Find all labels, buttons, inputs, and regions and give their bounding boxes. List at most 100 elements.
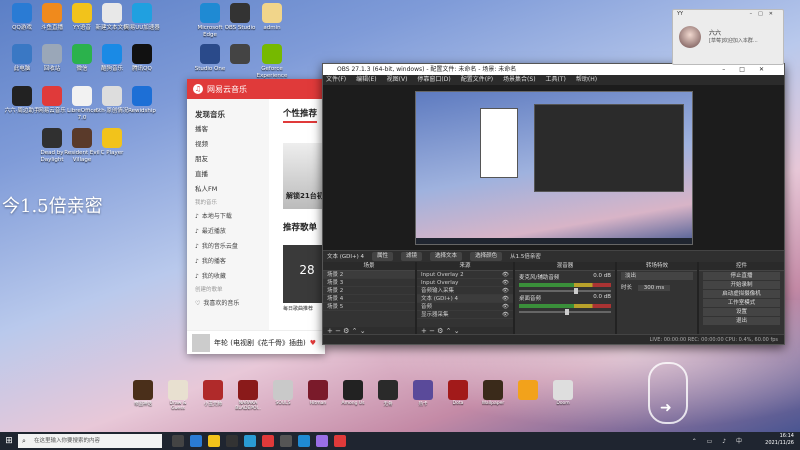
- desktop-icon[interactable]: admin: [254, 3, 290, 32]
- desktop-icon[interactable]: Rewidship: [124, 86, 160, 115]
- obs-window[interactable]: OBS 27.1.3 (64-bit, windows) - 配置文件: 未命名…: [322, 63, 785, 345]
- visibility-icon[interactable]: 👁: [502, 279, 509, 287]
- album-thumb[interactable]: [192, 333, 210, 352]
- control-button[interactable]: 退出: [703, 317, 780, 325]
- dock-item[interactable]: 帝国神话: [130, 380, 156, 412]
- volume-knob[interactable]: [565, 309, 569, 315]
- volume-knob[interactable]: [574, 288, 579, 294]
- like-icon[interactable]: ♥: [310, 339, 316, 347]
- properties-button[interactable]: 属性: [372, 252, 394, 261]
- visibility-icon[interactable]: 👁: [502, 311, 509, 319]
- netease-music-window[interactable]: ♫ 网易云音乐 发现音乐 播客 视频 朋友 直播 私人FM 我的音乐 ♪ 本地与下载 ♪ 最近播…: [187, 79, 325, 354]
- sidebar-item[interactable]: ♪ 我的音乐云盘: [187, 239, 269, 254]
- desktop-icon[interactable]: 网易UU加速器: [124, 3, 160, 32]
- sidebar-item[interactable]: ♪ 我的播客: [187, 254, 269, 269]
- scene-item[interactable]: 场景 2: [323, 287, 415, 295]
- menu-item[interactable]: 停靠窗口(D): [417, 75, 450, 85]
- scene-item[interactable]: 场景 3: [323, 279, 415, 287]
- menu-item[interactable]: 视图(V): [387, 75, 408, 85]
- visibility-icon[interactable]: 👁: [502, 303, 509, 311]
- control-button[interactable]: 停止直播: [703, 272, 780, 280]
- duration-input[interactable]: 300 ms: [637, 285, 671, 291]
- dock-item[interactable]: Dota: [445, 380, 471, 412]
- scene-item[interactable]: 场景 5: [323, 303, 415, 311]
- dock-item[interactable]: SOULS: [270, 380, 296, 412]
- filters-button[interactable]: 滤镜: [401, 252, 423, 261]
- menu-item[interactable]: 场景集合(S): [503, 75, 536, 85]
- control-button[interactable]: 启动虚拟摄像机: [703, 290, 780, 298]
- banner-image[interactable]: 解锁21台初我: [283, 143, 325, 209]
- dock-item[interactable]: 小丑元帅: [200, 380, 226, 412]
- desktop-icon[interactable]: 腾讯QQ: [124, 44, 160, 73]
- volume-slider[interactable]: [519, 288, 611, 294]
- scene-item[interactable]: 场景 2: [323, 271, 415, 279]
- visibility-icon[interactable]: 👁: [502, 271, 509, 279]
- dock-item[interactable]: Doom: [550, 380, 576, 412]
- taskbar-app-icon[interactable]: [280, 435, 292, 447]
- taskbar-app-icon[interactable]: [298, 435, 310, 447]
- dock-item[interactable]: Hitman: [305, 380, 331, 412]
- menu-item[interactable]: 工具(T): [546, 75, 566, 85]
- desktop-icon[interactable]: [222, 44, 258, 66]
- desktop-icon[interactable]: OBS Studio: [222, 3, 258, 32]
- sidebar-item[interactable]: ♪ 我的收藏: [187, 269, 269, 284]
- start-button[interactable]: ⊞: [0, 432, 18, 450]
- clock[interactable]: 16:14 2021/11/26: [765, 433, 794, 447]
- avatar[interactable]: [679, 26, 701, 48]
- search-input[interactable]: ⌕ 在这里输入你要搜索的内容: [18, 434, 162, 448]
- source-item[interactable]: 文本 (GDI+) 4 👁: [417, 295, 513, 303]
- chat-popup[interactable]: YY –□✕ 六六 [草莓]欢迎加入本群...: [672, 9, 784, 65]
- taskbar-app-icon[interactable]: [226, 435, 238, 447]
- dock-item[interactable]: 热卡: [410, 380, 436, 412]
- transition-select[interactable]: 淡出: [621, 272, 693, 280]
- sidebar-item[interactable]: 直播: [187, 167, 269, 182]
- taskbar-app-icon[interactable]: [208, 435, 220, 447]
- taskbar-app-icon[interactable]: [316, 435, 328, 447]
- control-button[interactable]: 开始录制: [703, 281, 780, 289]
- taskbar-app-icon[interactable]: [172, 435, 184, 447]
- source-item[interactable]: 音频 👁: [417, 303, 513, 311]
- scene-item[interactable]: 场景 4: [323, 295, 415, 303]
- menu-item[interactable]: 配置文件(P): [461, 75, 493, 85]
- sidebar-item[interactable]: ♪ 最近播放: [187, 224, 269, 239]
- sidebar-item[interactable]: ♪ 本地与下载: [187, 209, 269, 224]
- choose-color-button[interactable]: 选择颜色: [470, 252, 503, 261]
- menu-item[interactable]: 帮助(H): [576, 75, 597, 85]
- source-item[interactable]: Input Overlay 2 👁: [417, 271, 513, 279]
- desktop-icon[interactable]: Geforce Experience: [254, 44, 290, 80]
- tab-personal-recommend[interactable]: 个性推荐: [283, 107, 318, 123]
- chat-window-controls[interactable]: –□✕: [750, 10, 779, 19]
- menu-item[interactable]: 文件(F): [326, 75, 346, 85]
- obs-preview[interactable]: [323, 85, 784, 250]
- system-tray-icons[interactable]: ⌃ ▭ ♪ 中: [692, 436, 746, 445]
- control-button[interactable]: 设置: [703, 308, 780, 316]
- taskbar-app-icon[interactable]: [190, 435, 202, 447]
- dock-item[interactable]: Draw & Guess: [165, 380, 191, 412]
- dock-item[interactable]: 无骨: [375, 380, 401, 412]
- taskbar-app-icon[interactable]: [334, 435, 346, 447]
- sidebar-item-liked[interactable]: ♡ 我喜欢的音乐: [187, 296, 269, 311]
- daily-recommend-card[interactable]: 28: [283, 245, 325, 303]
- dock-item[interactable]: Among Us: [340, 380, 366, 412]
- desktop-icon[interactable]: C Player: [94, 128, 130, 157]
- sidebar-item[interactable]: 视频: [187, 137, 269, 152]
- source-item[interactable]: 显示器采集 👁: [417, 311, 513, 319]
- dock-item[interactable]: Wallpaper: [480, 380, 506, 412]
- visibility-icon[interactable]: 👁: [502, 295, 509, 303]
- sidebar-item[interactable]: 私人FM: [187, 182, 269, 197]
- volume-slider[interactable]: [519, 309, 611, 315]
- dock-item[interactable]: [515, 380, 541, 412]
- choose-text-button[interactable]: 选择文本: [430, 252, 463, 261]
- visibility-icon[interactable]: 👁: [502, 287, 509, 295]
- sidebar-item[interactable]: 朋友: [187, 152, 269, 167]
- taskbar-app-icon[interactable]: [244, 435, 256, 447]
- dock-item[interactable]: NARAKA BLADEPOI..: [235, 380, 261, 412]
- source-item[interactable]: Input Overlay 👁: [417, 279, 513, 287]
- control-button[interactable]: 工作室模式: [703, 299, 780, 307]
- sidebar-item[interactable]: 发现音乐: [187, 107, 269, 122]
- menu-item[interactable]: 编辑(E): [356, 75, 376, 85]
- source-item[interactable]: 音频输入采集 👁: [417, 287, 513, 295]
- window-controls[interactable]: –□✕: [722, 64, 778, 75]
- sidebar-item[interactable]: 播客: [187, 122, 269, 137]
- taskbar-app-icon[interactable]: [262, 435, 274, 447]
